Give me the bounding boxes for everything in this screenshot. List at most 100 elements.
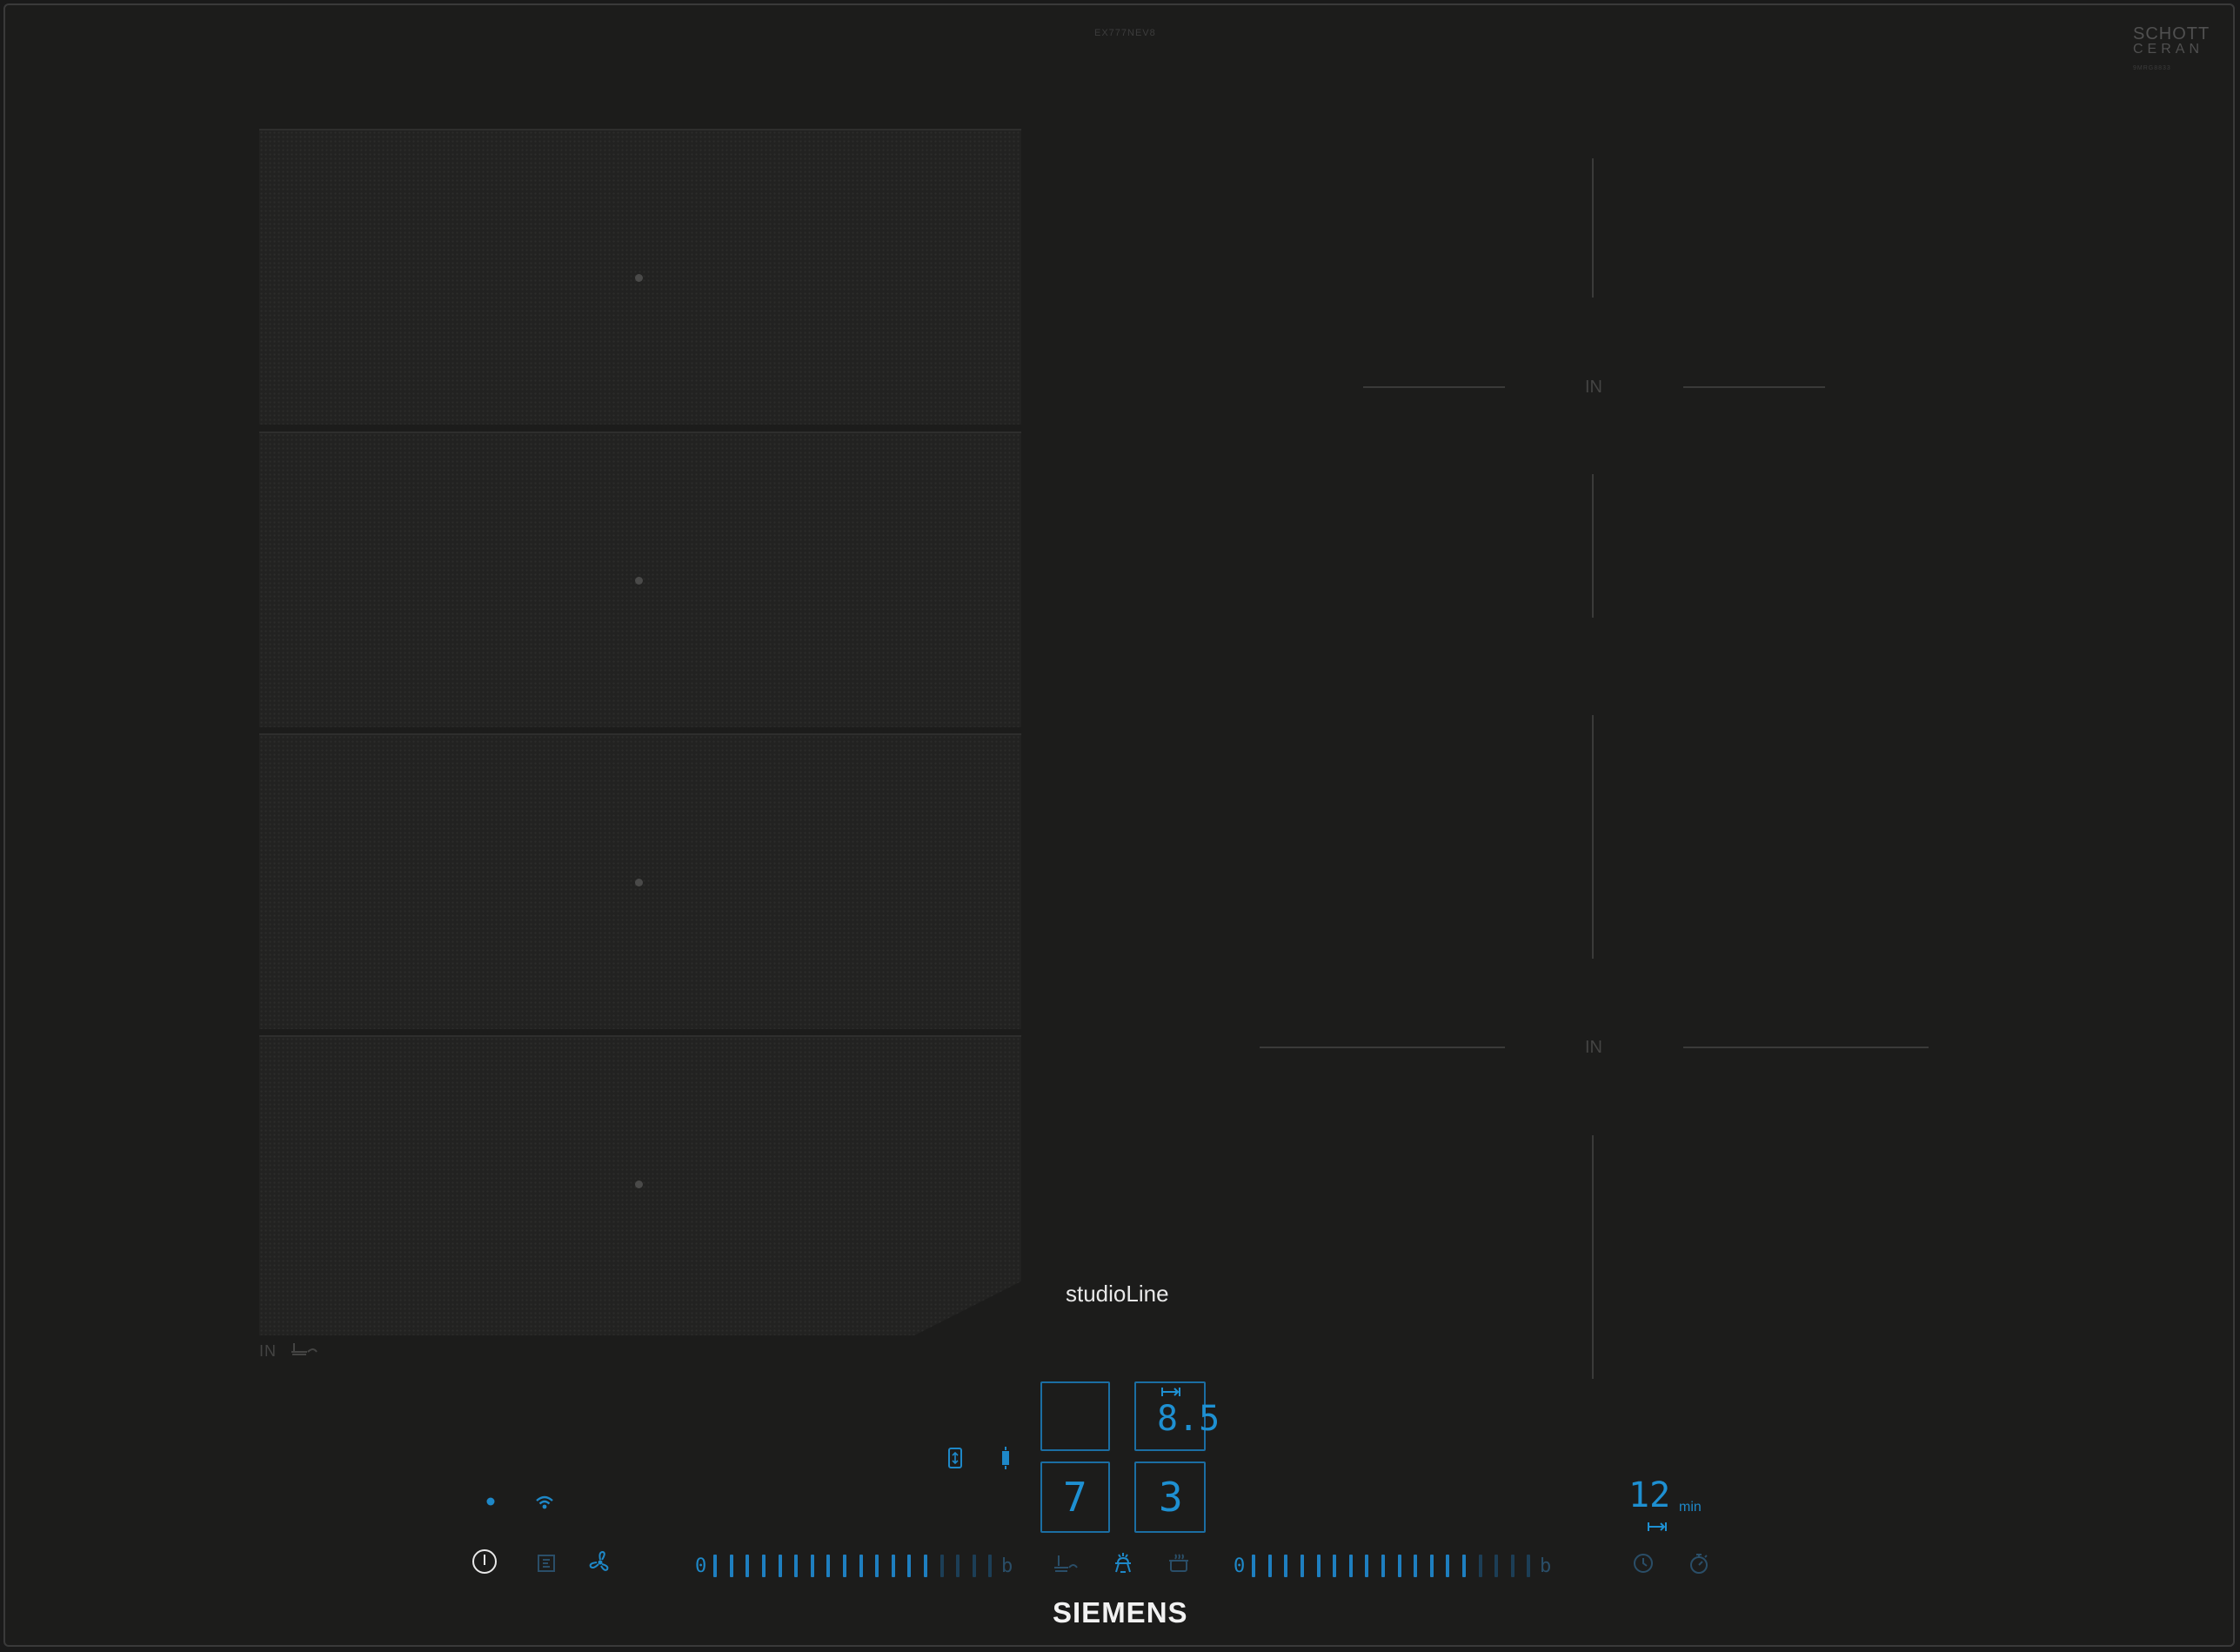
zone-center-marker [635,274,643,282]
zone-guide-line [1592,1135,1594,1379]
power-button[interactable] [470,1547,499,1576]
power-icon [472,1549,497,1574]
slider-left-end: b [1000,1555,1013,1577]
slider-step[interactable] [988,1555,993,1577]
power-level-right-bottom: 3 [1159,1474,1183,1521]
zone-guide-line [1592,158,1594,298]
keep-warm-icon [1169,1554,1188,1572]
slider-step[interactable] [746,1555,750,1577]
slider-step[interactable] [762,1555,766,1577]
cooking-sensor-button[interactable] [1110,1550,1136,1576]
flex-zone-label: IN [259,1341,318,1361]
slider-step[interactable] [778,1555,782,1577]
glass-brand-line1: SCHOTT [2133,24,2210,43]
brand-logo: SIEMENS [1053,1596,1188,1629]
flex-zone-1[interactable] [259,129,1021,425]
slider-step[interactable] [1429,1555,1434,1577]
zone-guide-line [1592,715,1594,959]
slider-step[interactable] [794,1555,799,1577]
zone-guide-line [1260,1047,1505,1048]
slider-step[interactable] [1267,1555,1272,1577]
power-slider-left[interactable]: 0 b [695,1554,1020,1578]
zone-guide-line [1363,386,1505,388]
slider-step[interactable] [1397,1555,1401,1577]
slider-step[interactable] [1284,1555,1288,1577]
timer-unit: min [1679,1500,1702,1515]
zone-center-marker [635,879,643,886]
slider-left-start: 0 [695,1555,707,1577]
power-level-right-top: 8.5 [1157,1399,1220,1439]
flex-zone-2[interactable] [259,431,1021,727]
slider-step[interactable] [891,1555,895,1577]
slider-step[interactable] [1478,1555,1482,1577]
stopwatch-icon [1690,1554,1708,1574]
slider-step[interactable] [1446,1555,1450,1577]
slider-right-start: 0 [1234,1555,1246,1577]
flex-zone-4[interactable] [259,1035,1021,1335]
timer-value: 12 [1628,1475,1671,1515]
slider-step[interactable] [1333,1555,1337,1577]
frying-sensor-icon [291,1343,318,1355]
glass-brand-logo: SCHOTT CERAN 9MRG8833 [2133,24,2211,77]
glass-brand-line2: CERAN [2133,42,2204,57]
flex-zone-icon[interactable] [943,1444,967,1472]
slider-step[interactable] [1365,1555,1369,1577]
product-line-label: studioLine [1066,1281,1169,1307]
clock-button[interactable] [1630,1550,1656,1576]
slider-step[interactable] [729,1555,733,1577]
slider-step[interactable] [875,1555,879,1577]
slider-step[interactable] [1527,1555,1531,1577]
slider-step[interactable] [1252,1555,1256,1577]
home-connect-icon [538,1555,555,1572]
clock-icon [1634,1554,1653,1573]
slider-step[interactable] [972,1555,976,1577]
status-indicator-icon [484,1495,498,1508]
slider-step[interactable] [1381,1555,1385,1577]
timer-arrow-icon [1646,1521,1668,1533]
power-level-left: 7 [1063,1474,1087,1521]
zone-center-marker [635,1180,643,1188]
model-code: EX777NEV8 [1094,28,1156,38]
display-right-bottom[interactable]: 3 [1134,1461,1206,1533]
slider-step[interactable] [1316,1555,1321,1577]
frying-sensor-icon [1054,1555,1078,1572]
slider-step[interactable] [1461,1555,1466,1577]
slider-step[interactable] [859,1555,863,1577]
slider-step[interactable] [826,1555,831,1577]
stopwatch-button[interactable] [1686,1550,1712,1576]
frying-sensor-button[interactable] [1053,1552,1079,1576]
slider-right-end: b [1539,1555,1552,1577]
keep-warm-button[interactable] [1166,1550,1192,1576]
glass-brand-line3: 9MRG8833 [2133,65,2171,71]
home-connect-button[interactable] [534,1550,560,1576]
flex-zone-3[interactable] [259,733,1021,1029]
slider-step[interactable] [1414,1555,1418,1577]
slider-step[interactable] [1301,1555,1305,1577]
slider-step[interactable] [810,1555,814,1577]
wifi-icon[interactable] [534,1493,555,1512]
slider-step[interactable] [956,1555,960,1577]
hood-fan-button[interactable] [586,1548,614,1576]
slider-step[interactable] [923,1555,927,1577]
fan-icon [589,1550,609,1571]
slider-step[interactable] [1348,1555,1353,1577]
slider-step[interactable] [713,1555,718,1577]
zone-guide-line [1592,474,1594,618]
move-mode-icon[interactable] [993,1444,1018,1472]
zone-guide-line [1683,1047,1929,1048]
power-slider-right[interactable]: 0 b [1234,1554,1558,1578]
slider-step[interactable] [907,1555,912,1577]
display-left-top[interactable] [1040,1381,1110,1451]
zone-center-marker [635,577,643,585]
slider-step[interactable] [843,1555,846,1577]
display-right-top[interactable]: 8.5 [1134,1381,1220,1451]
cooking-sensor-icon [1115,1553,1131,1573]
display-left-bottom[interactable]: 7 [1040,1461,1110,1533]
timer-arrow-icon [1161,1388,1180,1396]
slider-step[interactable] [1494,1555,1499,1577]
zone-top-label: IN [1585,378,1602,397]
zone-guide-line [1683,386,1825,388]
slider-step[interactable] [939,1555,944,1577]
slider-step[interactable] [1510,1555,1515,1577]
zone-bottom-label: IN [1585,1038,1602,1057]
